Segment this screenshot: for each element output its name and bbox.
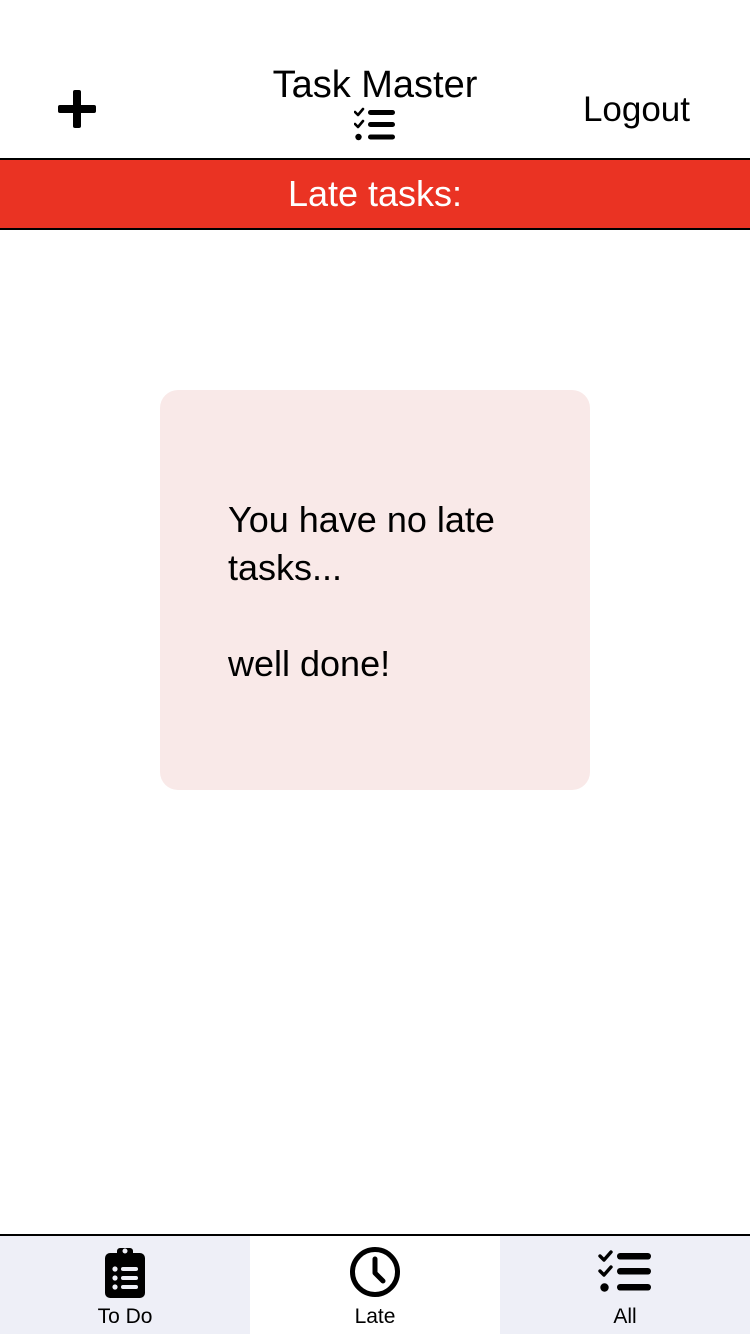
logout-button[interactable]: Logout	[583, 88, 690, 132]
tab-all[interactable]: All	[500, 1236, 750, 1334]
empty-state-congrats: well done!	[228, 643, 391, 684]
tab-todo-label: To Do	[97, 1305, 153, 1328]
plus-icon	[58, 90, 96, 128]
app-screen: Task Master Logout Late tasks: You have …	[0, 0, 750, 1334]
clipboard-list-icon	[103, 1244, 147, 1300]
tab-late-label: Late	[354, 1305, 396, 1328]
checklist-icon	[598, 1244, 652, 1300]
add-task-button[interactable]	[40, 72, 114, 146]
tab-todo[interactable]: To Do	[0, 1236, 250, 1334]
app-title: Task Master	[272, 64, 478, 106]
tab-late[interactable]: Late	[250, 1236, 500, 1334]
late-tasks-banner: Late tasks:	[0, 160, 750, 230]
tab-all-label: All	[613, 1305, 637, 1328]
checklist-icon	[354, 107, 395, 141]
header: Task Master Logout	[0, 0, 750, 160]
empty-state-message: You have no late tasks...	[228, 499, 495, 588]
clock-icon	[349, 1244, 401, 1300]
app-title-group: Task Master	[225, 62, 525, 143]
tab-bar: To Do Late All	[0, 1234, 750, 1334]
